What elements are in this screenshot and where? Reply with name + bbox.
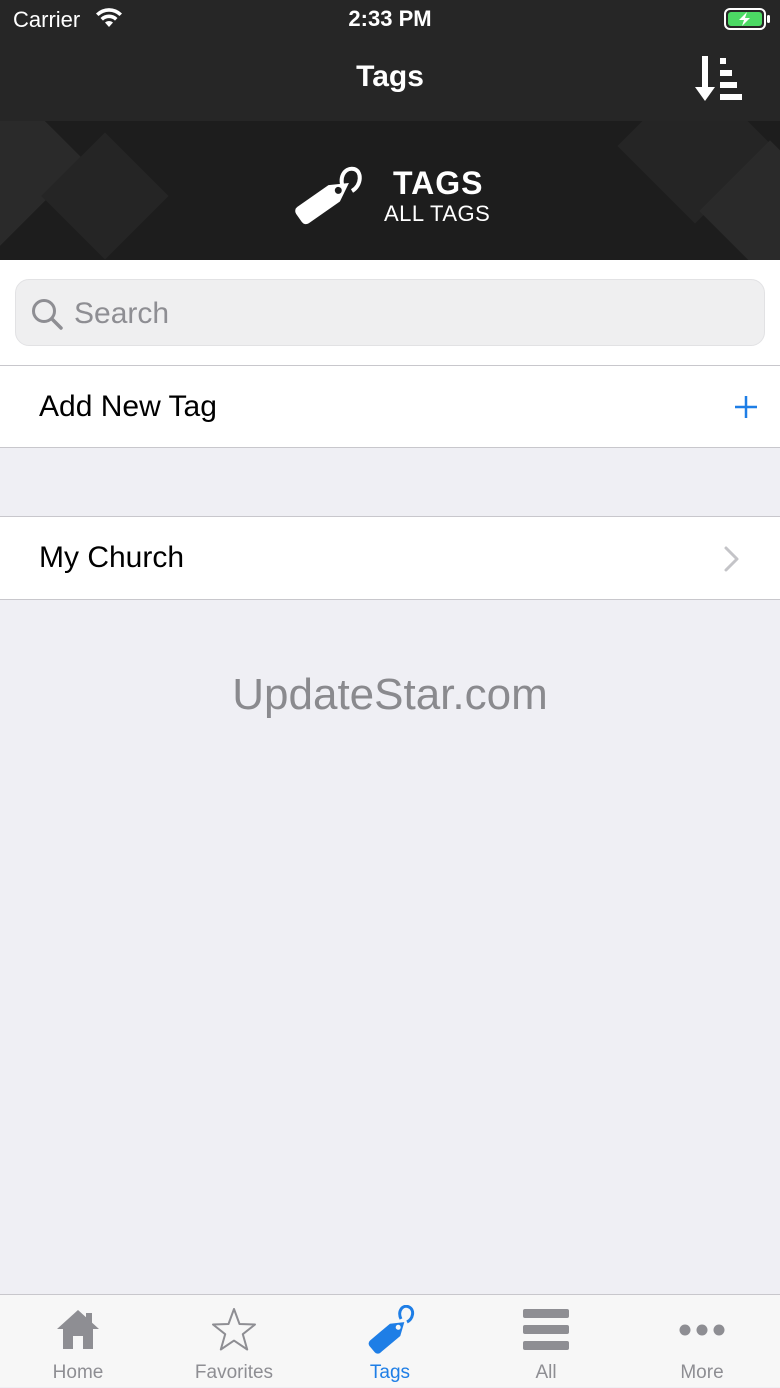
tab-bar: Home Favorites Tags All More: [0, 1294, 780, 1387]
status-bar: Carrier 2:33 PM: [0, 0, 780, 40]
star-icon: [212, 1308, 256, 1351]
battery-charging-icon: [724, 8, 770, 30]
search-input[interactable]: [72, 292, 736, 336]
banner-title: TAGS: [393, 165, 484, 201]
nav-title: Tags: [356, 60, 424, 93]
list-item[interactable]: My Church: [0, 516, 780, 600]
tab-all[interactable]: All: [468, 1295, 624, 1388]
tab-label: Favorites: [194, 1362, 274, 1383]
header-banner: TAGS ALL TAGS: [0, 121, 780, 260]
top-bar: Carrier 2:33 PM Tags: [0, 0, 780, 121]
list-item-label: My Church: [39, 541, 185, 574]
tag-icon: [368, 1305, 415, 1354]
add-new-tag-row[interactable]: Add New Tag: [0, 366, 780, 448]
tab-label: All: [535, 1362, 557, 1383]
watermark: UpdateStar.com: [232, 670, 548, 719]
chevron-right-icon: [724, 546, 739, 572]
status-time: 2:33 PM: [348, 6, 432, 31]
tab-label: Home: [52, 1362, 104, 1383]
tab-home[interactable]: Home: [0, 1295, 156, 1388]
list-icon: [523, 1309, 569, 1350]
tab-label: Tags: [369, 1362, 411, 1383]
home-icon: [57, 1310, 99, 1349]
sort-descending-icon[interactable]: [694, 54, 746, 104]
plus-icon[interactable]: [733, 394, 759, 420]
search-bar: [0, 260, 780, 366]
tag-icon: [295, 166, 362, 225]
more-dots-icon: [679, 1324, 725, 1336]
tab-label: More: [680, 1362, 724, 1383]
banner-subtitle: ALL TAGS: [384, 201, 491, 226]
tab-more[interactable]: More: [624, 1295, 780, 1388]
add-new-tag-label: Add New Tag: [39, 390, 217, 423]
search-field[interactable]: [15, 279, 765, 346]
search-icon: [32, 299, 63, 330]
tab-tags[interactable]: Tags: [312, 1295, 468, 1388]
tab-favorites[interactable]: Favorites: [156, 1295, 312, 1388]
